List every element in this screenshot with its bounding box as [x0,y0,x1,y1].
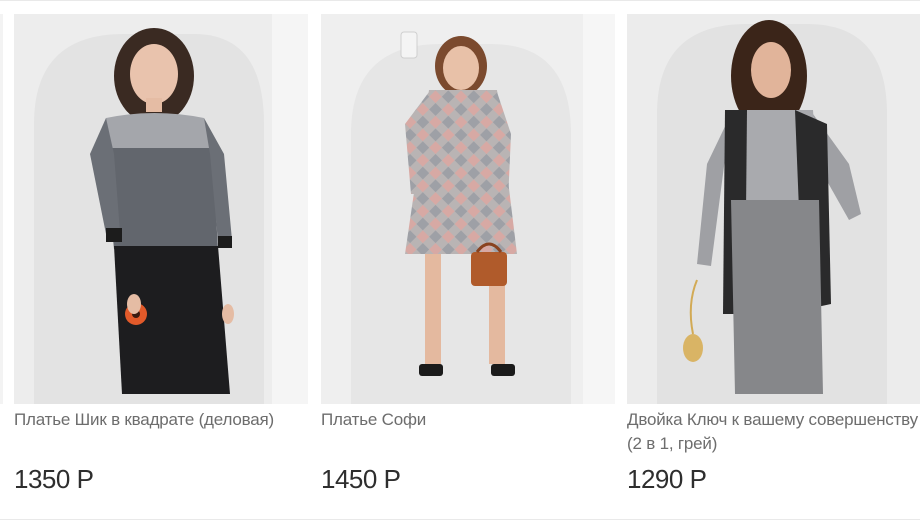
product-grid: Платье Шик в квадрате (деловая) 1350 Р П… [0,0,920,526]
dress-photo-icon [321,14,615,404]
bottom-divider [0,519,920,520]
product-price: 1290 Р [627,464,707,494]
product-image[interactable] [14,14,308,404]
suit-photo-icon [627,14,920,404]
product-title[interactable]: Платье Софи [321,408,615,456]
product-title[interactable]: Двойка Ключ к вашему совершенству (2 в 1… [627,408,920,456]
product-card[interactable]: Двойка Ключ к вашему совершенству (2 в 1… [627,14,920,512]
product-card[interactable]: Платье Софи 1450 Р [321,14,615,512]
product-card[interactable]: Платье Шик в квадрате (деловая) 1350 Р [14,14,308,512]
dress-photo-icon [14,14,308,404]
product-image[interactable] [627,14,920,404]
product-price: 1350 Р [14,464,94,494]
product-image[interactable] [321,14,615,404]
product-price: 1450 Р [321,464,401,494]
product-title[interactable]: Платье Шик в квадрате (деловая) [14,408,308,456]
